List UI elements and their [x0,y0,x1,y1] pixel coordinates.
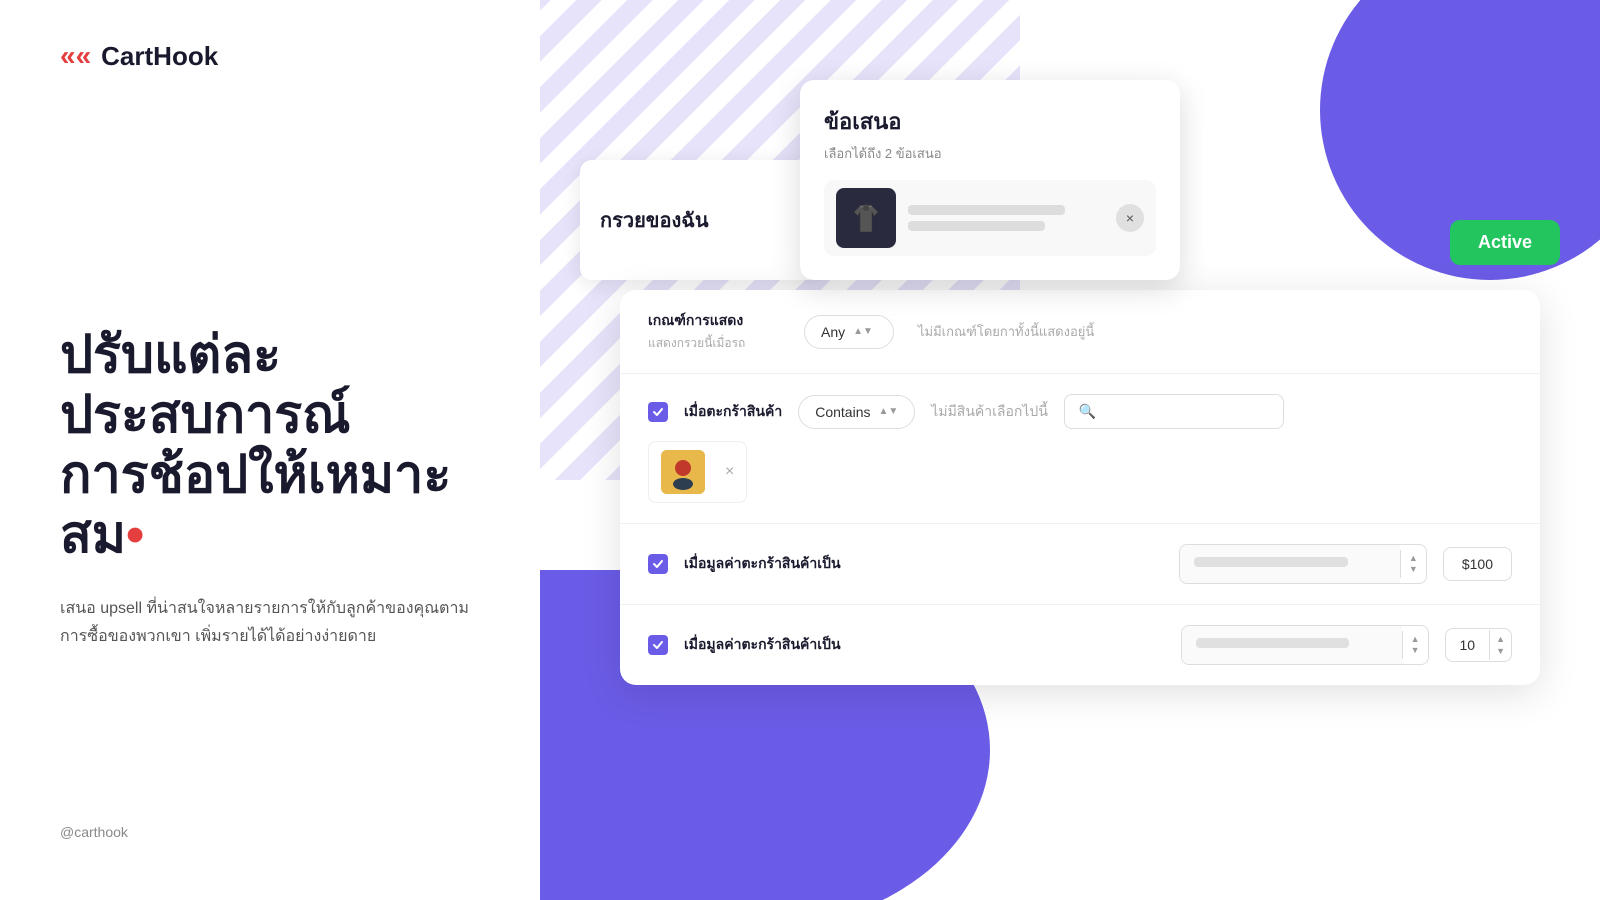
hero-dot: • [126,506,144,566]
filter-label-value: เมื่อมูลค่าตะกร้าสินค้าเป็น [684,553,841,575]
spinner-value[interactable]: ▲ ▼ [1179,544,1427,584]
value-badge-qty: 10 ▲ ▼ [1445,628,1513,662]
filter-row-value: เมื่อมูลค่าตะกร้าสินค้าเป็น ▲ ▼ $100 [648,544,1512,584]
filter-card: เกณฑ์การแสดง แสดงกรวยนี้เมื่อ​รถ Any ▲▼ … [620,290,1540,685]
offer-item-details [908,205,1104,231]
filter-section-qty: เมื่อมูลค่าตะกร้าสินค้าเป็น ▲ ▼ 10 ▲ ▼ [620,605,1540,685]
spinner-qty[interactable]: ▲ ▼ [1181,625,1429,665]
search-box-cart[interactable]: 🔍 [1064,394,1284,429]
hero-title: ปรับแต่ละประสบการณ์ การช้อปให้เหมาะสม• [60,326,480,565]
spinner-arrows-value[interactable]: ▲ ▼ [1400,550,1426,578]
hero-description: เสนอ upsell ที่น่าสนใจหลายรายการให้กับลู… [60,595,480,649]
filter-row-display: เกณฑ์การแสดง แสดงกรวยนี้เมื่อ​รถ Any ▲▼ … [648,310,1512,353]
offer-item-line-1 [908,205,1065,215]
hoodie-svg [846,198,886,238]
contains-arrow-icon: ▲▼ [879,406,899,417]
qty-arrow-down: ▼ [1496,646,1505,656]
offer-item-line-2 [908,221,1045,231]
filter-section-value: เมื่อมูลค่าตะกร้าสินค้าเป็น ▲ ▼ $100 [620,524,1540,605]
qty-value: 10 [1446,629,1490,661]
filter-label-cart: เมื่อตะกร้าสินค้า [684,401,782,423]
filter-contains-pill[interactable]: Contains ▲▼ [798,395,915,429]
filter-label-display-sub: แสดงกรวยนี้เมื่อ​รถ [648,334,788,353]
checkbox-check-icon-3 [652,639,664,651]
checkbox-check-icon [652,406,664,418]
arrow-down-icon: ▼ [1409,565,1418,574]
filter-row-qty: เมื่อมูลค่าตะกร้าสินค้าเป็น ▲ ▼ 10 ▲ ▼ [648,625,1512,665]
active-badge[interactable]: Active [1450,220,1560,265]
arrow-up-icon-2: ▲ [1411,635,1420,644]
offer-subtitle: เลือกได้ถึง 2 ข้อเสนอ [824,143,1156,164]
product-svg [661,450,705,494]
offer-card: ข้อเสนอ เลือกได้ถึง 2 ข้อเสนอ × [800,80,1180,280]
spinner-input-value[interactable] [1180,545,1400,583]
filter-section-display: เกณฑ์การแสดง แสดงกรวยนี้เมื่อ​รถ Any ▲▼ … [620,290,1540,374]
filter-select-any[interactable]: Any ▲▼ [804,315,894,349]
logo: «« CartHook [60,40,480,72]
value-badge-dollar: $100 [1443,547,1512,581]
cart-panel-title: กรวยของฉัน [600,204,709,236]
qty-arrows[interactable]: ▲ ▼ [1489,630,1511,660]
hero-title-line1: ปรับแต่ละประสบการณ์ [60,326,480,446]
logo-text: CartHook [101,41,218,72]
spinner-arrows-qty[interactable]: ▲ ▼ [1402,631,1428,659]
footer-handle: @carthook [60,824,480,860]
filter-no-product-label: ไม่มีสินค้าเลือกไปนี้ [931,401,1048,423]
offer-item: × [824,180,1156,256]
checkbox-value[interactable] [648,554,668,574]
offer-title: ข้อเสนอ [824,104,1156,139]
checkbox-cart[interactable] [648,402,668,422]
qty-arrow-up: ▲ [1496,634,1505,644]
product-thumbnail [661,450,705,494]
cart-panel: กรวยของฉัน [580,160,820,280]
search-icon: 🔍 [1079,403,1096,420]
offer-close-button[interactable]: × [1116,204,1144,232]
filter-row-cart-top: เมื่อตะกร้าสินค้า Contains ▲▼ ไม่มีสินค้… [648,394,1512,429]
spinner-input-qty[interactable] [1182,626,1402,664]
filter-section-cart: เมื่อตะกร้าสินค้า Contains ▲▼ ไม่มีสินค้… [620,374,1540,524]
product-thumb-row: × [648,441,747,503]
filter-label-display-main: เกณฑ์การแสดง [648,310,788,332]
hero-content: ปรับแต่ละประสบการณ์ การช้อปให้เหมาะสม• เ… [60,72,480,824]
filter-label-qty: เมื่อมูลค่าตะกร้าสินค้าเป็น [684,634,841,656]
arrow-down-icon-2: ▼ [1411,646,1420,655]
right-panel: กรวยของฉัน ข้อเสนอ เลือกได้ถึง 2 ข้อเสนอ… [540,0,1600,900]
arrow-up-icon: ▲ [1409,554,1418,563]
select-arrow-icon: ▲▼ [853,326,873,337]
offer-product-image [836,188,896,248]
checkbox-qty[interactable] [648,635,668,655]
filter-hint-display: ไม่มีเกณฑ์โดยกาทั้งนี้แสดงอยู่นี้ [918,321,1094,342]
filter-label-group-display: เกณฑ์การแสดง แสดงกรวยนี้เมื่อ​รถ [648,310,788,353]
hero-title-line2: การช้อปให้เหมาะสม• [60,446,480,566]
logo-icon: «« [60,40,91,72]
left-panel: «« CartHook ปรับแต่ละประสบการณ์ การช้อปใ… [0,0,540,900]
product-remove-button[interactable]: × [725,463,734,481]
checkbox-check-icon-2 [652,558,664,570]
